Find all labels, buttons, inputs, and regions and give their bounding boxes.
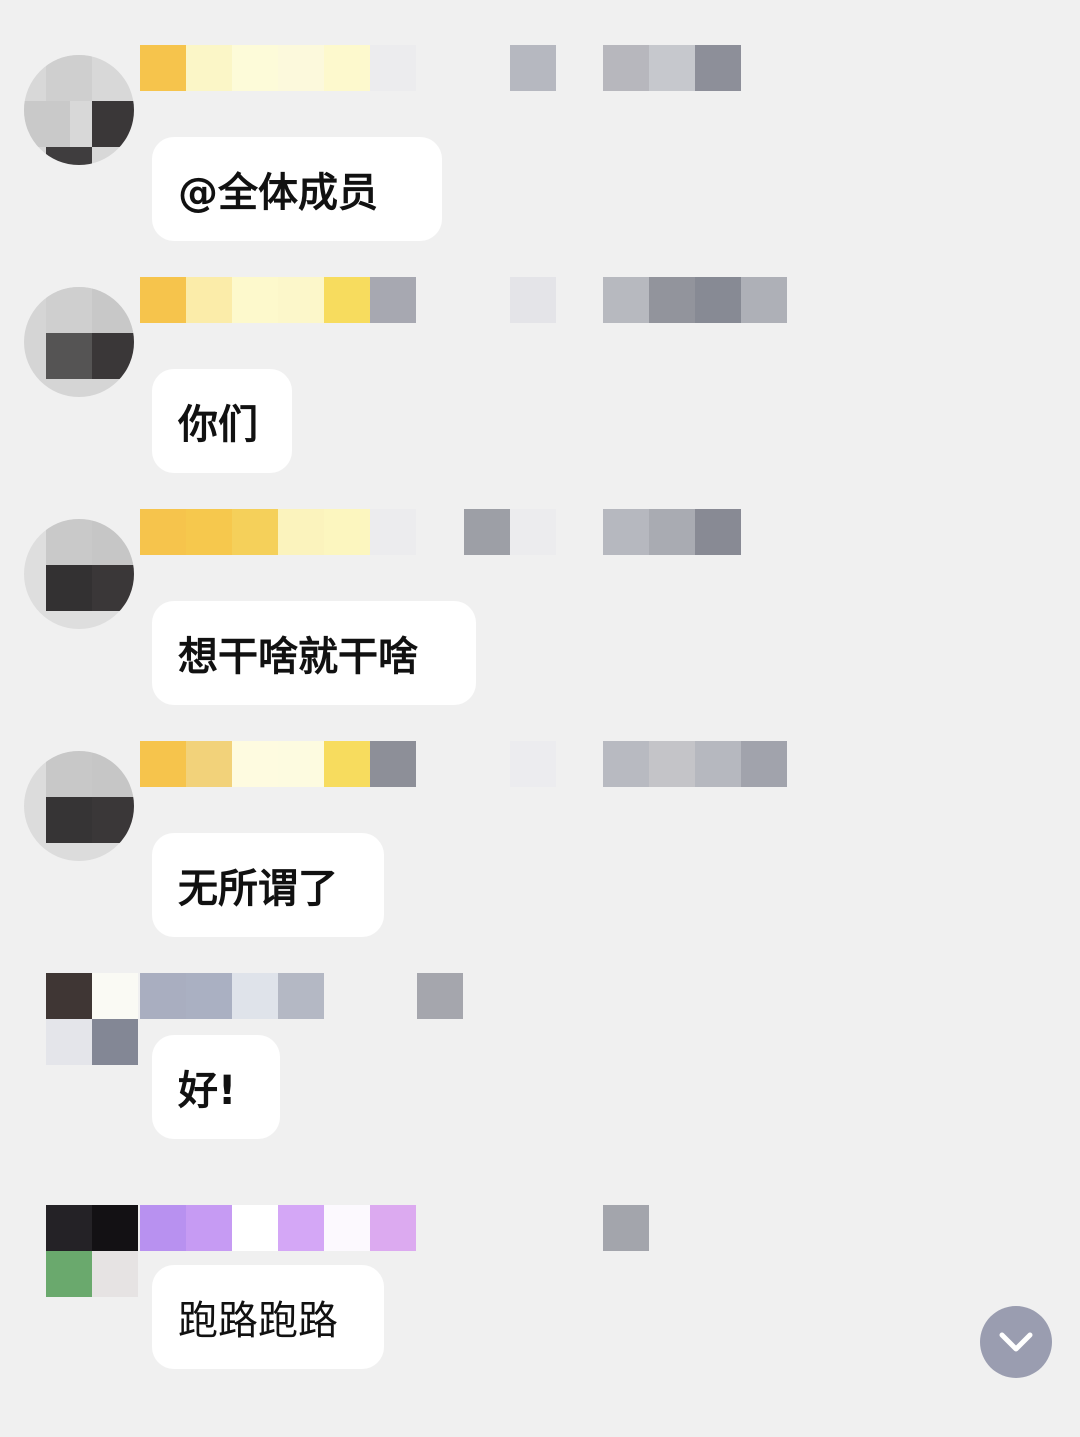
message-bubble[interactable]: 好! [152,1035,280,1139]
sender-name-pixelated [140,509,840,555]
message-bubble[interactable]: 你们 [152,369,292,473]
chevron-down-icon [999,1332,1033,1352]
message-bubble[interactable]: 跑路跑路 [152,1265,384,1369]
avatar[interactable] [46,1205,138,1297]
avatar[interactable] [24,751,134,861]
sender-name-pixelated [140,973,840,1019]
avatar[interactable] [46,973,138,1065]
chat-message: 跑路跑路 [0,1205,1080,1437]
chat-message: 好! [0,973,1080,1205]
chat-message: 想干啥就干啥 [0,509,1080,741]
sender-name-pixelated [140,1205,840,1251]
message-bubble[interactable]: 无所谓了 [152,833,384,937]
sender-name-pixelated [140,741,840,787]
message-bubble[interactable]: 想干啥就干啥 [152,601,476,705]
message-bubble[interactable]: @全体成员 [152,137,442,241]
sender-name-pixelated [140,45,840,91]
chat-message: @全体成员 [0,45,1080,277]
chat-message: 你们 [0,277,1080,509]
avatar[interactable] [24,519,134,629]
avatar[interactable] [24,55,134,165]
chat-message: 无所谓了 [0,741,1080,973]
sender-name-pixelated [140,277,840,323]
avatar[interactable] [24,287,134,397]
scroll-to-bottom-button[interactable] [980,1306,1052,1378]
